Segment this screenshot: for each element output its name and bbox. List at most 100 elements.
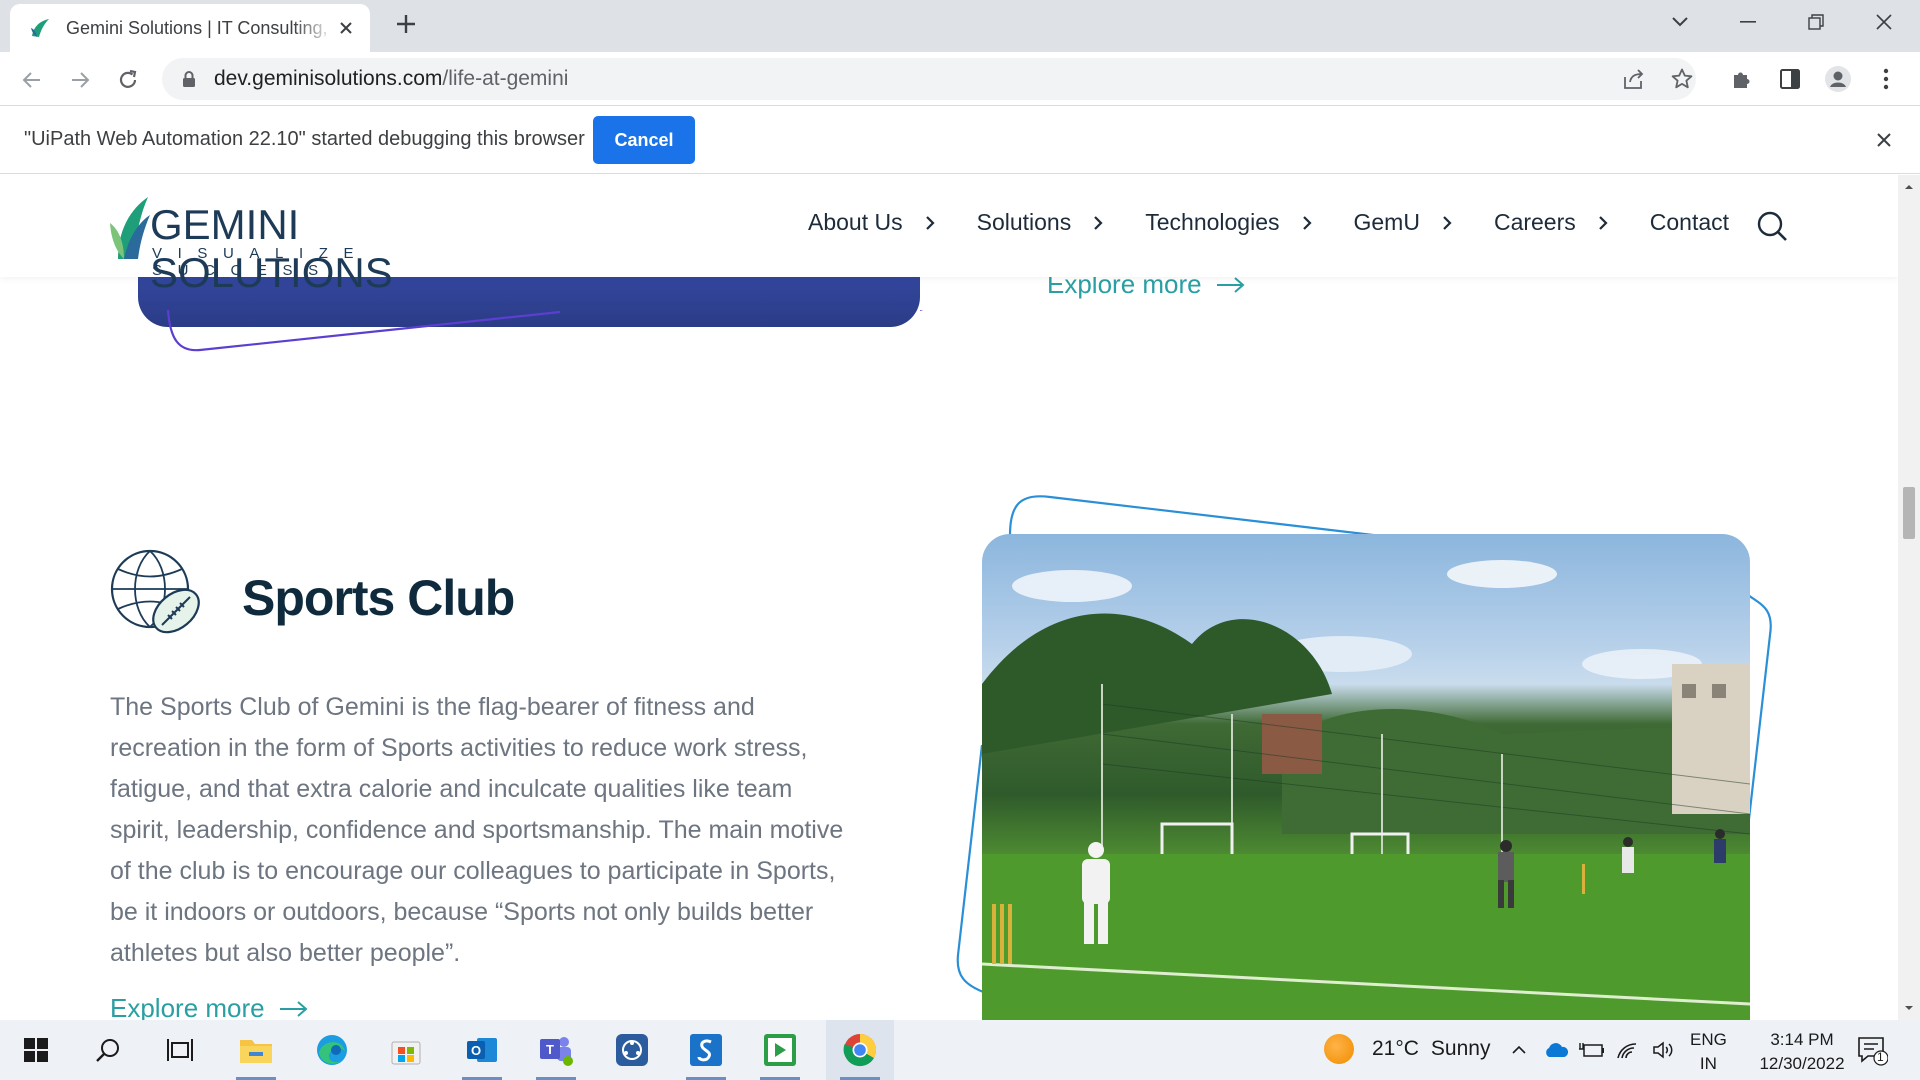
- wifi-icon[interactable]: [1614, 1038, 1642, 1062]
- tab-search-chevron-icon[interactable]: [1646, 0, 1714, 44]
- outlook-icon: O: [467, 1038, 497, 1062]
- edge-browser-button[interactable]: [302, 1020, 362, 1080]
- profile-avatar-icon[interactable]: [1824, 65, 1852, 93]
- uipath-assistant-icon: [616, 1034, 648, 1066]
- system-clock[interactable]: 3:14 PM 12/30/2022: [1752, 1028, 1852, 1076]
- nav-item-careers[interactable]: Careers: [1494, 209, 1610, 236]
- nav-item-contact[interactable]: Contact: [1650, 209, 1729, 236]
- infobar-close-icon[interactable]: [1870, 126, 1898, 154]
- chevron-right-icon: [925, 215, 935, 230]
- infobar-message: "UiPath Web Automation 22.10" started de…: [24, 128, 585, 150]
- gemini-leaf-logo-icon: [110, 197, 150, 259]
- sports-club-photo: [982, 534, 1750, 1020]
- share-icon[interactable]: [1620, 65, 1648, 93]
- nav-item-gemu[interactable]: GemU: [1354, 209, 1454, 236]
- battery-plugged-icon[interactable]: [1578, 1038, 1606, 1062]
- nav-label: GemU: [1353, 209, 1420, 235]
- edge-icon: [317, 1035, 347, 1065]
- previous-section-decoration: [166, 310, 923, 352]
- gemini-logo[interactable]: GEMINI SOLUTIONS VISUALIZE SUCCESS: [108, 189, 498, 296]
- nav-label: Solutions: [976, 209, 1072, 235]
- chrome-button[interactable]: [826, 1020, 894, 1080]
- logo-tagline: VISUALIZE SUCCESS: [152, 245, 370, 279]
- task-view-button[interactable]: [150, 1020, 210, 1080]
- scroll-up-arrow-icon[interactable]: [1903, 181, 1915, 193]
- uipath-assistant-button[interactable]: [602, 1020, 662, 1080]
- browser-tab[interactable]: Gemini Solutions | IT Consulting, Softwa…: [10, 4, 370, 52]
- chevron-right-icon: [1094, 215, 1103, 230]
- gemini-favicon-icon: [31, 19, 49, 37]
- nav-item-solutions[interactable]: Solutions: [977, 209, 1106, 236]
- forward-button[interactable]: [64, 64, 96, 96]
- chevron-right-icon: [1598, 215, 1608, 230]
- nav-label: Technologies: [1145, 209, 1280, 235]
- svg-text:T: T: [546, 1042, 554, 1057]
- search-icon[interactable]: [1755, 209, 1789, 243]
- windows-logo-icon: [24, 1038, 48, 1062]
- back-arrow-icon: [22, 72, 40, 88]
- language-code: ENG: [1690, 1030, 1727, 1049]
- browser-toolbar: dev.geminisolutions.com/life-at-gemini: [0, 52, 1920, 106]
- debugging-infobar: "UiPath Web Automation 22.10" started de…: [0, 106, 1920, 174]
- file-explorer-button[interactable]: [226, 1020, 286, 1080]
- input-language-indicator[interactable]: ENG IN: [1690, 1028, 1727, 1076]
- show-hidden-icons-chevron-icon[interactable]: [1508, 1038, 1530, 1062]
- main-navigation: About Us Solutions Technologies GemU Car…: [808, 209, 1769, 236]
- region-code: IN: [1699, 1054, 1717, 1073]
- uipath-studio-button[interactable]: [676, 1020, 736, 1080]
- chevron-right-icon: [1443, 215, 1452, 230]
- search-icon: [96, 1039, 119, 1062]
- sun-icon: [1324, 1034, 1354, 1064]
- cancel-debugging-button[interactable]: Cancel: [593, 116, 695, 164]
- nav-label: Contact: [1649, 209, 1730, 235]
- teams-button[interactable]: T: [526, 1020, 586, 1080]
- microsoft-store-button[interactable]: [376, 1020, 436, 1080]
- taskbar-search-button[interactable]: [78, 1020, 138, 1080]
- cricket-field-illustration: [982, 560, 1750, 1020]
- tab-title: Gemini Solutions | IT Consulting, Softwa…: [66, 17, 334, 38]
- arrow-right-icon: [279, 1000, 308, 1017]
- back-button[interactable]: [16, 64, 48, 96]
- svg-text:O: O: [471, 1043, 481, 1058]
- explore-more-link-sports[interactable]: Explore more: [110, 993, 309, 1020]
- notification-center-button[interactable]: 1: [1856, 1034, 1889, 1066]
- sports-ball-icon: [110, 549, 200, 634]
- address-bar[interactable]: dev.geminisolutions.com/life-at-gemini: [162, 58, 1696, 100]
- new-tab-button[interactable]: [392, 12, 420, 40]
- chrome-menu-icon[interactable]: [1872, 65, 1900, 93]
- minimize-icon[interactable]: [1714, 0, 1782, 44]
- nav-label: Careers: [1493, 209, 1576, 235]
- url-text: dev.geminisolutions.com/life-at-gemini: [214, 67, 568, 91]
- window-close-icon[interactable]: [1850, 0, 1918, 44]
- start-button[interactable]: [6, 1020, 66, 1080]
- page-scrollbar[interactable]: [1898, 175, 1920, 1020]
- clock-time: 3:14 PM: [1770, 1030, 1834, 1049]
- weather-widget[interactable]: 21°C Sunny: [1324, 1034, 1490, 1064]
- uipath-player-button[interactable]: [750, 1020, 810, 1080]
- side-panel-icon[interactable]: [1776, 65, 1804, 93]
- section-title: Sports Club: [242, 570, 515, 626]
- notification-count: 1: [1877, 1050, 1884, 1064]
- section-description: The Sports Club of Gemini is the flag-be…: [110, 693, 844, 967]
- bookmark-star-icon[interactable]: [1668, 65, 1696, 93]
- outlook-button[interactable]: O: [452, 1020, 512, 1080]
- page-viewport: Explore more GEMINI SOLUTIONS VISUALIZE …: [0, 175, 1898, 1020]
- clock-date: 12/30/2022: [1759, 1054, 1845, 1073]
- player-figure: [1622, 837, 1634, 873]
- onedrive-cloud-icon[interactable]: [1542, 1038, 1570, 1062]
- volume-icon[interactable]: [1650, 1038, 1678, 1062]
- restore-icon[interactable]: [1782, 0, 1850, 44]
- explore-more-label: Explore more: [110, 993, 265, 1020]
- nav-item-technologies[interactable]: Technologies: [1145, 209, 1313, 236]
- reload-button[interactable]: [112, 64, 144, 96]
- weather-description: Sunny: [1430, 1037, 1491, 1060]
- extensions-puzzle-icon[interactable]: [1728, 65, 1756, 93]
- scrollbar-thumb[interactable]: [1903, 487, 1915, 539]
- nav-item-about-us[interactable]: About Us: [808, 209, 937, 236]
- tab-close-icon[interactable]: [334, 16, 358, 40]
- folder-icon: [240, 1040, 272, 1063]
- chrome-icon: [843, 1034, 877, 1067]
- weather-temp: 21°C: [1372, 1037, 1419, 1060]
- arrow-right-icon: [1216, 276, 1245, 293]
- scroll-down-arrow-icon[interactable]: [1903, 1002, 1915, 1014]
